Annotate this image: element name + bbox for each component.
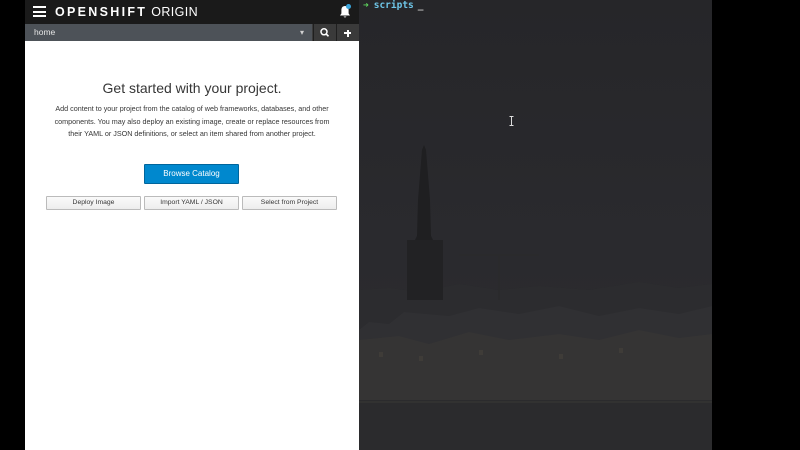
deploy-image-button[interactable]: Deploy Image <box>46 196 141 210</box>
empty-state-description: Add content to your project from the cat… <box>54 104 330 139</box>
hamburger-menu-icon[interactable] <box>33 6 46 17</box>
terminal-window[interactable]: ➜ scripts _ <box>359 0 712 450</box>
project-selector[interactable]: home ▾ <box>25 24 312 41</box>
ibeam-cursor-icon <box>509 116 514 126</box>
browse-catalog-button[interactable]: Browse Catalog <box>144 164 239 184</box>
desktop: OPENSHIFT ORIGIN home ▾ Get started with… <box>0 0 800 450</box>
search-button[interactable] <box>313 24 335 41</box>
text-cursor: _ <box>417 0 424 11</box>
notification-badge <box>346 4 351 9</box>
project-bar: home ▾ <box>25 24 359 41</box>
project-name: home <box>34 27 56 37</box>
empty-state-title: Get started with your project. <box>102 80 282 96</box>
select-from-project-button[interactable]: Select from Project <box>242 196 337 210</box>
cityscape-wallpaper <box>359 0 712 450</box>
current-directory: scripts <box>373 0 414 11</box>
prompt-arrow-icon: ➜ <box>363 0 369 11</box>
chevron-down-icon: ▾ <box>299 28 304 37</box>
openshift-console: OPENSHIFT ORIGIN home ▾ Get started with… <box>25 0 359 450</box>
masthead: OPENSHIFT ORIGIN <box>25 0 359 24</box>
brand-edition: ORIGIN <box>151 5 199 19</box>
shell-prompt: ➜ scripts _ <box>363 0 424 12</box>
add-to-project-button[interactable] <box>336 24 358 41</box>
notifications-button[interactable] <box>338 4 352 20</box>
brand-logo[interactable]: OPENSHIFT ORIGIN <box>55 4 198 20</box>
import-yaml-json-button[interactable]: Import YAML / JSON <box>144 196 239 210</box>
brand-name: OPENSHIFT <box>55 5 148 19</box>
search-icon <box>320 28 330 37</box>
